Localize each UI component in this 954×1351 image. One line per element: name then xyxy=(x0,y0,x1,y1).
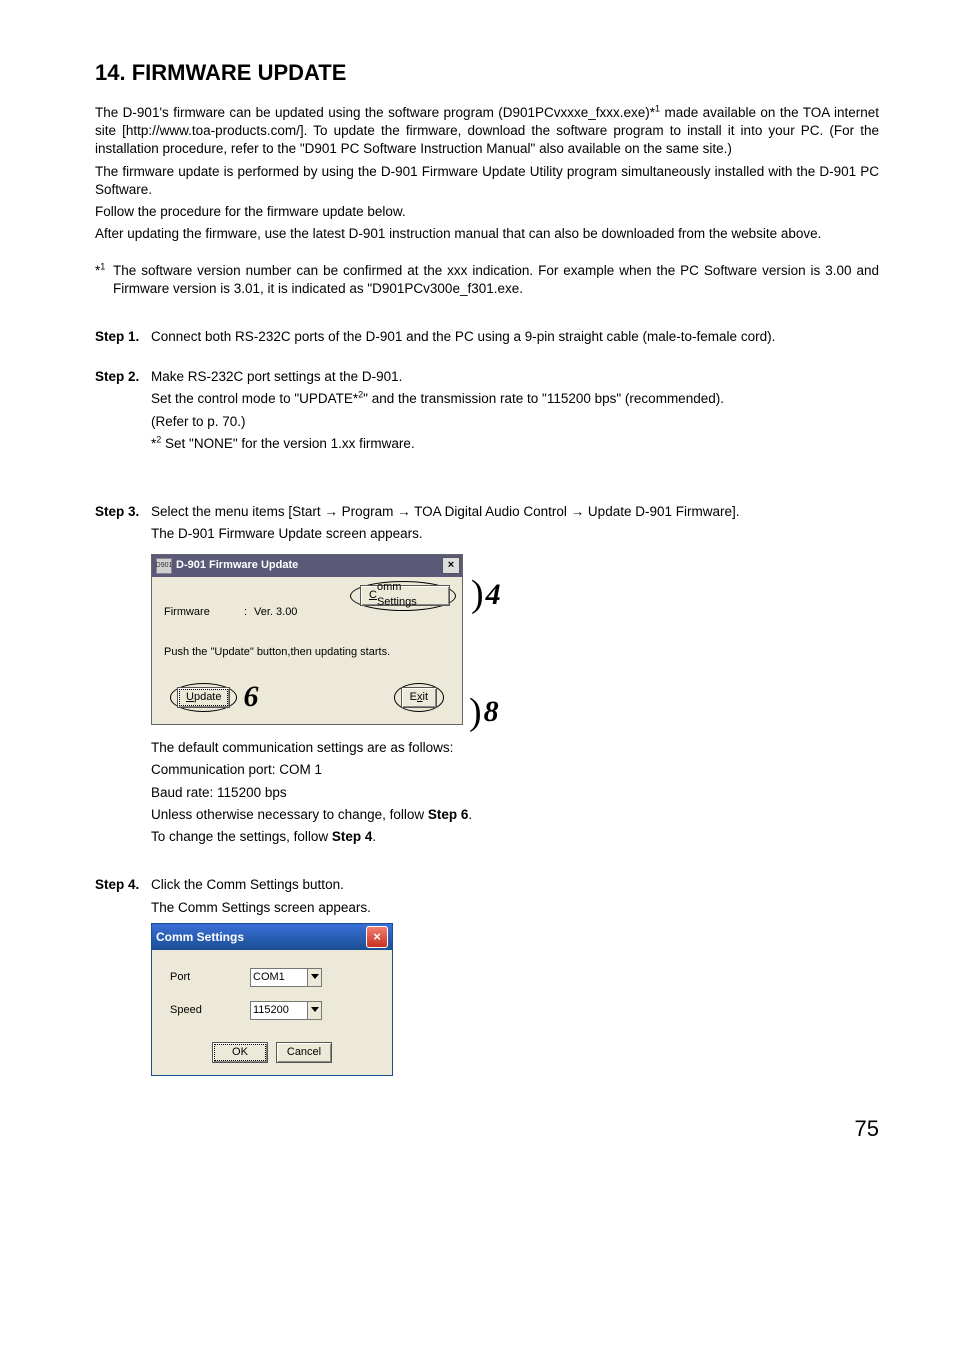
ok-button[interactable]: OK xyxy=(212,1042,268,1063)
exit-pre: E xyxy=(410,690,417,705)
step-3-line-1: Select the menu items [Start → Program →… xyxy=(151,503,879,521)
step-3-after-4: Unless otherwise necessary to change, fo… xyxy=(151,806,879,824)
footnote-1: *1 The software version number can be co… xyxy=(95,262,879,298)
step-3-after-5: To change the settings, follow Step 4. xyxy=(151,828,879,846)
section-heading: 14. FIRMWARE UPDATE xyxy=(95,60,879,86)
step-1: Step 1. Connect both RS-232C ports of th… xyxy=(95,328,879,350)
comm-settings-rest: omm Settings xyxy=(377,580,441,610)
step-3-after-5b: Step 4 xyxy=(332,829,373,844)
firmware-colon: : xyxy=(244,605,254,620)
step-3-line-2: The D-901 Firmware Update screen appears… xyxy=(151,525,879,543)
exit-button[interactable]: Exit xyxy=(401,687,437,708)
firmware-dialog-body-text: Push the "Update" button,then updating s… xyxy=(164,645,450,660)
close-button[interactable]: × xyxy=(442,557,460,574)
intro-paragraph-3: Follow the procedure for the firmware up… xyxy=(95,203,879,221)
callout-4-paren-icon: ) xyxy=(471,583,484,606)
firmware-dialog-title: D-901 Firmware Update xyxy=(176,558,442,573)
intro-p1a: The D-901's firmware can be updated usin… xyxy=(95,105,655,120)
step-3-after-1: The default communication settings are a… xyxy=(151,739,879,757)
chevron-down-icon[interactable] xyxy=(307,1002,321,1019)
step-2: Step 2. Make RS-232C port settings at th… xyxy=(95,368,879,457)
step-2-line-1: Make RS-232C port settings at the D-901. xyxy=(151,368,879,386)
intro-paragraph-4: After updating the firmware, use the lat… xyxy=(95,225,879,243)
comm-settings-titlebar: Comm Settings × xyxy=(152,924,392,950)
update-rest: pdate xyxy=(194,690,222,705)
intro-paragraph-2: The firmware update is performed by usin… xyxy=(95,163,879,199)
step-3-after-4b: Step 6 xyxy=(428,807,469,822)
dialog-app-icon: D901 xyxy=(156,558,172,574)
chevron-down-icon[interactable] xyxy=(307,969,321,986)
firmware-label: Firmware xyxy=(164,605,244,620)
step-3-after-4c: . xyxy=(468,807,472,822)
step-4-line-2: The Comm Settings screen appears. xyxy=(151,899,879,917)
exit-rest: it xyxy=(423,690,429,705)
step-4-line-1: Click the Comm Settings button. xyxy=(151,876,879,894)
footnote-1-sup: 1 xyxy=(100,261,105,271)
step-2-label: Step 2. xyxy=(95,368,151,457)
step-1-text: Connect both RS-232C ports of the D-901 … xyxy=(151,328,879,346)
comm-settings-u: C xyxy=(369,588,377,603)
intro-paragraph-1: The D-901's firmware can be updated usin… xyxy=(95,104,879,159)
step-3-label: Step 3. xyxy=(95,503,151,850)
step-2-line-2: Set the control mode to "UPDATE*2" and t… xyxy=(151,390,879,408)
close-button[interactable]: × xyxy=(366,926,388,948)
speed-label: Speed xyxy=(170,1003,250,1018)
step-3-after-4a: Unless otherwise necessary to change, fo… xyxy=(151,807,428,822)
callout-4: 4 xyxy=(486,580,501,610)
port-label: Port xyxy=(170,970,250,985)
step-2-line-3: (Refer to p. 70.) xyxy=(151,413,879,431)
update-button[interactable]: Update xyxy=(177,687,230,708)
port-combobox-value[interactable] xyxy=(251,969,307,986)
comm-settings-dialog: Comm Settings × Port Speed xyxy=(151,923,393,1076)
update-u: U xyxy=(186,690,194,705)
firmware-update-dialog: D901 D-901 Firmware Update × Comm Settin… xyxy=(151,554,463,726)
speed-combobox-value[interactable] xyxy=(251,1002,307,1019)
step-4: Step 4. Click the Comm Settings button. … xyxy=(95,876,879,1075)
step-2-fn-text: Set "NONE" for the version 1.xx firmware… xyxy=(161,436,414,451)
comm-settings-button[interactable]: Comm Settings xyxy=(360,585,450,606)
step-2-footnote: *2 Set "NONE" for the version 1.xx firmw… xyxy=(151,435,879,453)
step-3-after-2: Communication port: COM 1 xyxy=(151,761,879,779)
step-3-after-5c: . xyxy=(372,829,376,844)
firmware-dialog-titlebar: D901 D-901 Firmware Update × xyxy=(152,555,462,577)
footnote-1-text: The software version number can be confi… xyxy=(113,262,879,298)
page-number: 75 xyxy=(95,1116,879,1142)
callout-8-paren-icon: ) xyxy=(469,701,482,724)
callout-8: 8 xyxy=(484,697,499,727)
speed-combobox[interactable] xyxy=(250,1001,322,1020)
step-2-l2a: Set the control mode to "UPDATE* xyxy=(151,391,358,406)
callout-oval-update: Update xyxy=(170,683,237,712)
cancel-button[interactable]: Cancel xyxy=(276,1042,332,1063)
callout-6: 6 xyxy=(243,682,258,712)
port-combobox[interactable] xyxy=(250,968,322,987)
step-2-l2b: " and the transmission rate to "115200 b… xyxy=(363,391,724,406)
callout-oval-exit: Exit xyxy=(394,683,444,712)
step-1-label: Step 1. xyxy=(95,328,151,350)
comm-settings-dialog-title: Comm Settings xyxy=(156,929,366,945)
firmware-version-value: Ver. 3.00 xyxy=(254,605,297,620)
step-3: Step 3. Select the menu items [Start → P… xyxy=(95,503,879,850)
step-3-after-5a: To change the settings, follow xyxy=(151,829,332,844)
step-3-after-3: Baud rate: 115200 bps xyxy=(151,784,879,802)
step-4-label: Step 4. xyxy=(95,876,151,1075)
